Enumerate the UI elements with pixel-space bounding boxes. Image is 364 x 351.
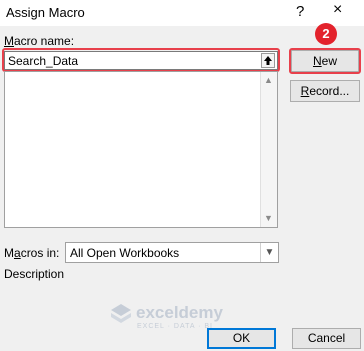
- macros-in-select[interactable]: All Open Workbooks ▼: [65, 242, 279, 263]
- scroll-down-icon[interactable]: ▼: [264, 213, 273, 223]
- chevron-down-icon[interactable]: ▼: [260, 243, 278, 262]
- ok-button[interactable]: OK: [207, 328, 276, 349]
- exceldemy-logo-icon: [111, 304, 131, 323]
- record-button[interactable]: Record...: [290, 80, 360, 102]
- description-label: Description: [4, 267, 65, 281]
- close-icon[interactable]: ×: [333, 1, 342, 19]
- step-badge-2: 2: [315, 23, 337, 45]
- cancel-button[interactable]: Cancel: [292, 328, 361, 349]
- new-button-highlight: [289, 48, 361, 74]
- macros-in-value: All Open Workbooks: [70, 246, 180, 260]
- macro-list[interactable]: ▲ ▼: [4, 71, 278, 228]
- macros-in-label: Macros in:: [4, 246, 60, 260]
- scroll-up-icon[interactable]: ▲: [264, 75, 273, 85]
- watermark-tagline: EXCEL · DATA · BI: [137, 323, 213, 330]
- help-icon[interactable]: ?: [296, 3, 304, 20]
- watermark-brand: exceldemy: [136, 303, 223, 322]
- dialog-title: Assign Macro: [6, 5, 85, 20]
- macro-name-label: Macro name:: [4, 34, 75, 48]
- macro-name-highlight: [2, 48, 280, 72]
- vertical-scrollbar[interactable]: ▲ ▼: [260, 72, 277, 227]
